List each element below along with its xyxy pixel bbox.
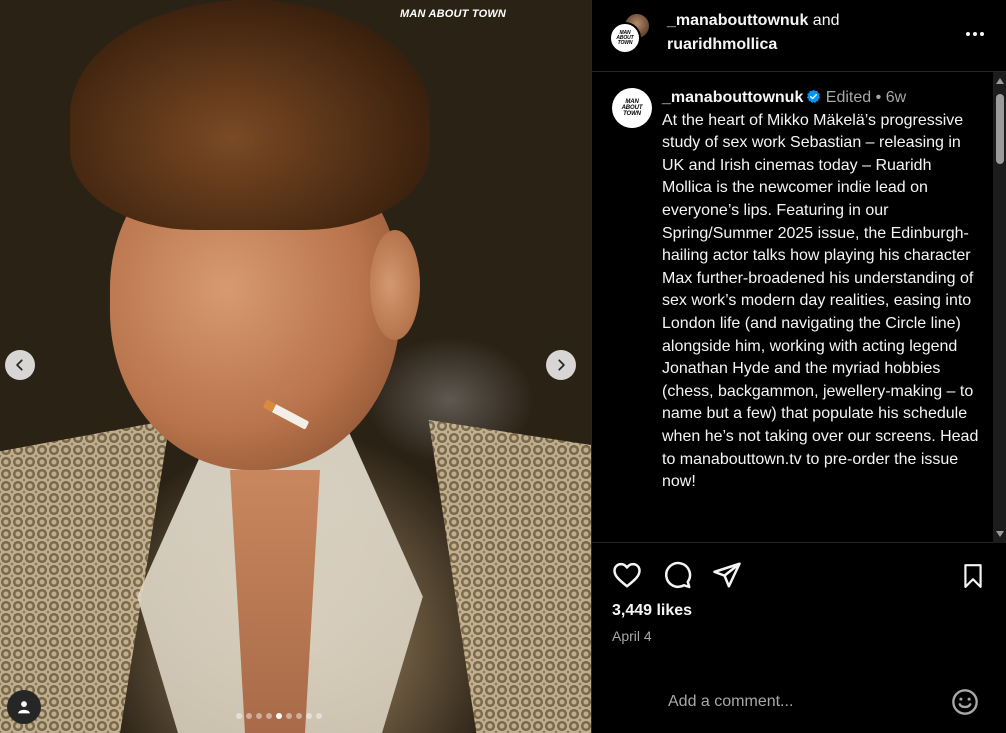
action-bar — [612, 560, 742, 590]
photo-ear — [370, 230, 420, 340]
photo-jacket-right — [428, 420, 591, 733]
caption-timestamp[interactable]: 6w — [886, 89, 906, 106]
tagged-users-button[interactable] — [7, 690, 41, 724]
header-usernames: _manabouttownuk and ruaridhmollica — [667, 9, 840, 57]
header-username-secondary[interactable]: ruaridhmollica — [667, 36, 777, 53]
caption-separator: • — [875, 89, 882, 106]
caption-edited: Edited — [825, 89, 872, 106]
more-horizontal-icon — [966, 32, 970, 36]
carousel-dot — [236, 713, 242, 719]
comment-bar — [592, 668, 1006, 733]
carousel-dot — [286, 713, 292, 719]
chevron-left-icon — [16, 359, 23, 371]
caption-avatar-logo: MAN ABOUT TOWN — [621, 99, 643, 117]
carousel-next-button[interactable] — [546, 350, 576, 380]
comment-icon[interactable] — [662, 560, 692, 590]
carousel-dot — [306, 713, 312, 719]
post-date[interactable]: April 4 — [612, 628, 652, 644]
photo-hair — [70, 0, 430, 230]
like-count[interactable]: 3,449 likes — [612, 602, 692, 620]
carousel-prev-button[interactable] — [5, 350, 35, 380]
caption-avatar[interactable]: MAN ABOUT TOWN — [612, 88, 652, 128]
carousel-dot — [246, 713, 252, 719]
post-panel: MAN ABOUT TOWN _manabouttownuk and ruari… — [591, 0, 1006, 733]
caption-section: MAN ABOUT TOWN _manabouttownuk Edited • … — [592, 72, 1006, 543]
avatar-primary: MAN ABOUT TOWN — [609, 22, 641, 54]
carousel-indicator — [236, 713, 322, 719]
chevron-right-icon — [558, 359, 565, 371]
header-username-primary[interactable]: _manabouttownuk — [667, 12, 808, 29]
carousel-dot — [316, 713, 322, 719]
caption-text: At the heart of Mikko Mäkelä’s progressi… — [662, 111, 979, 491]
caption-username[interactable]: _manabouttownuk — [662, 89, 803, 106]
post-media: MAN ABOUT TOWN — [0, 0, 591, 733]
more-dot — [973, 32, 977, 36]
carousel-dot — [296, 713, 302, 719]
bookmark-icon[interactable] — [960, 562, 986, 590]
avatar-logo: MAN ABOUT TOWN — [616, 29, 634, 46]
heart-icon[interactable] — [612, 560, 642, 590]
carousel-dot — [276, 713, 282, 719]
verified-badge-icon — [807, 89, 821, 104]
emoji-icon[interactable] — [951, 688, 979, 716]
share-icon[interactable] — [712, 560, 742, 590]
collab-avatars[interactable]: MAN ABOUT TOWN — [609, 12, 651, 54]
carousel-dot — [256, 713, 262, 719]
more-dot — [980, 32, 984, 36]
brand-watermark: MAN ABOUT TOWN — [400, 8, 507, 20]
post-header: MAN ABOUT TOWN _manabouttownuk and ruari… — [592, 0, 1006, 72]
caption-scrollbar[interactable] — [993, 72, 1006, 543]
scroll-down-arrow-icon[interactable] — [996, 531, 1004, 537]
scroll-up-arrow-icon[interactable] — [996, 78, 1004, 84]
comment-input[interactable] — [668, 690, 928, 714]
more-options-button[interactable] — [963, 22, 987, 46]
caption-body: _manabouttownuk Edited • 6w At the heart… — [662, 87, 980, 494]
scroll-thumb[interactable] — [996, 94, 1004, 164]
user-tag-icon — [18, 701, 30, 714]
carousel-dot — [266, 713, 272, 719]
header-joiner: and — [812, 12, 840, 29]
